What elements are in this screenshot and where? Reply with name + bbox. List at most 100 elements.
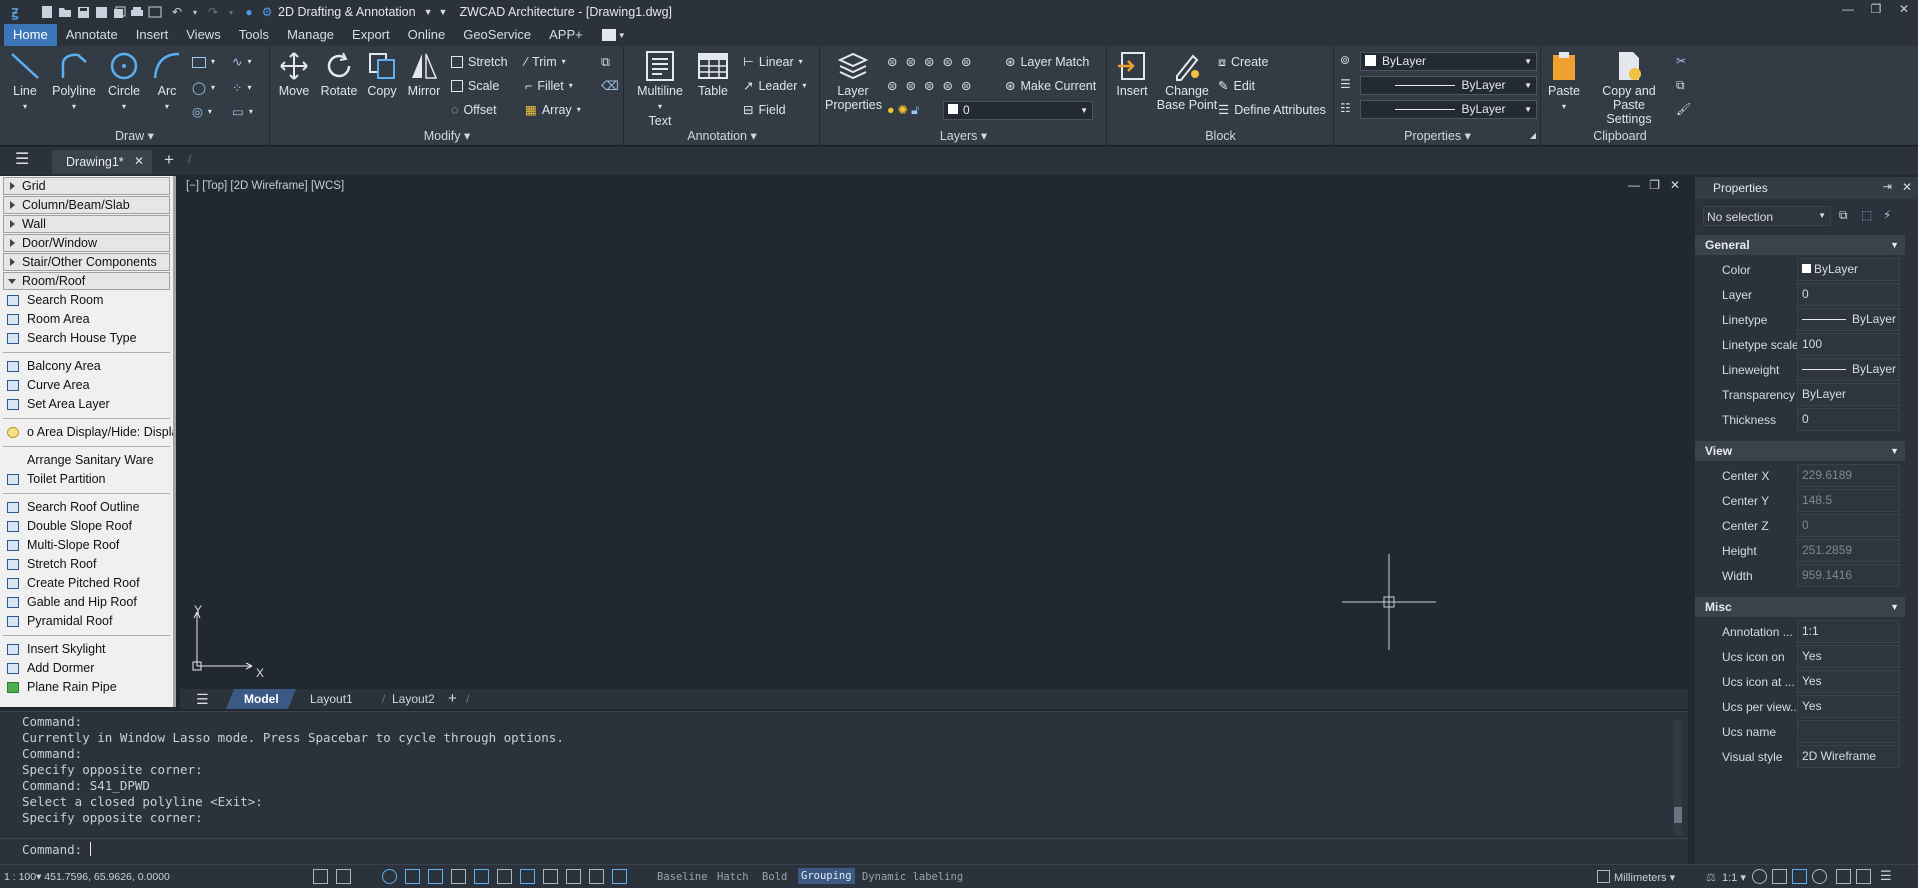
copy-paste-settings-button[interactable]: Copy and Paste Settings bbox=[1586, 50, 1672, 126]
cut-icon[interactable]: ✂ bbox=[1676, 54, 1686, 68]
make-current-button[interactable]: ⊛ Make Current bbox=[1005, 76, 1096, 96]
modify-panel-title[interactable]: Modify ▾ bbox=[271, 128, 623, 144]
layer-isolate-icon[interactable]: ⊜ bbox=[887, 52, 897, 72]
category-room-roof[interactable]: Room/Roof bbox=[3, 272, 170, 290]
palette-item-set-area-layer[interactable]: Set Area Layer bbox=[0, 395, 173, 414]
palette-item-search-roof-outline[interactable]: Search Roof Outline bbox=[0, 498, 173, 517]
minimize-window-icon[interactable]: — bbox=[1834, 0, 1862, 18]
match-prop-brush-icon[interactable]: 🖌︎ bbox=[1676, 102, 1691, 116]
tab-geoservice[interactable]: GeoService bbox=[454, 24, 540, 46]
undo-dropdown-icon[interactable]: ▾ bbox=[186, 3, 204, 21]
linetype-dropdown[interactable]: ByLayer ▼ bbox=[1360, 76, 1537, 95]
select-objects-icon[interactable]: ⬚ bbox=[1861, 208, 1872, 222]
prop-row-transparency[interactable]: Transparency ByLayer bbox=[1695, 382, 1918, 407]
lightbulb-icon[interactable]: ● bbox=[887, 100, 895, 120]
tab-app-plus[interactable]: APP+ bbox=[540, 24, 592, 46]
plot-icon[interactable] bbox=[128, 3, 146, 21]
prop-row-ucs-name[interactable]: Ucs name bbox=[1695, 719, 1918, 744]
viewport-close-icon[interactable]: ✕ bbox=[1670, 178, 1680, 192]
palette-item-multi-slope-roof[interactable]: Multi-Slope Roof bbox=[0, 536, 173, 555]
units-selector[interactable]: Millimeters ▾ bbox=[1614, 871, 1675, 884]
viewport-restore-icon[interactable]: ❐ bbox=[1649, 178, 1660, 192]
layer-walk-icon[interactable]: ⊜ bbox=[942, 76, 952, 96]
workspace-selector[interactable]: 2D Drafting & Annotation bbox=[278, 5, 416, 19]
lineweight-display-icon[interactable] bbox=[497, 869, 512, 884]
prop-row-lineweight[interactable]: Lineweight ByLayer bbox=[1695, 357, 1918, 382]
tab-tools[interactable]: Tools bbox=[230, 24, 278, 46]
polyline-button[interactable]: Polyline ▾ bbox=[52, 50, 96, 114]
palette-item-toilet-partition[interactable]: Toilet Partition bbox=[0, 470, 173, 489]
save-as-icon[interactable] bbox=[92, 3, 110, 21]
ribbon-minimize-icon[interactable] bbox=[601, 29, 616, 41]
palette-item-insert-skylight[interactable]: Insert Skylight bbox=[0, 640, 173, 659]
lineweight-dropdown[interactable]: ByLayer ▼ bbox=[1360, 100, 1537, 119]
layer-merge-icon[interactable]: ⊜ bbox=[961, 76, 971, 96]
paste-button[interactable]: Paste ▾ bbox=[1544, 50, 1584, 114]
redo-dropdown-icon[interactable]: ▾ bbox=[222, 3, 240, 21]
selection-dropdown[interactable]: No selection ▼ bbox=[1703, 206, 1831, 226]
tab-annotate[interactable]: Annotate bbox=[57, 24, 127, 46]
workspace-dropdown-icon[interactable]: ▼ bbox=[424, 7, 433, 17]
tab-export[interactable]: Export bbox=[343, 24, 399, 46]
prop-row-linetype[interactable]: Linetype ByLayer bbox=[1695, 307, 1918, 332]
quick-select-icon[interactable]: ⚡︎ bbox=[1883, 208, 1891, 222]
close-tab-icon[interactable]: ✕ bbox=[134, 154, 144, 168]
palette-item-search-house-type[interactable]: Search House Type bbox=[0, 329, 173, 348]
layer-properties-button[interactable]: Layer Properties bbox=[825, 50, 882, 112]
isolate-objects-icon[interactable] bbox=[612, 869, 627, 884]
palette-item-plane-rain-pipe[interactable]: Plane Rain Pipe bbox=[0, 678, 173, 697]
fillet-button[interactable]: ⌐ Fillet ▾ bbox=[525, 76, 573, 96]
rectangle-tool[interactable]: ▾ bbox=[192, 52, 215, 72]
clean-screen-icon[interactable] bbox=[1836, 869, 1851, 884]
tab-online[interactable]: Online bbox=[399, 24, 455, 46]
layer-match-button[interactable]: ⊛ Layer Match bbox=[1005, 52, 1089, 72]
palette-item-gable-hip-roof[interactable]: Gable and Hip Roof bbox=[0, 593, 173, 612]
layer-on-icon[interactable]: ⊜ bbox=[887, 76, 897, 96]
open-folder-icon[interactable] bbox=[56, 3, 74, 21]
category-door-window[interactable]: Door/Window bbox=[3, 234, 170, 252]
annotation-panel-title[interactable]: Annotation ▾ bbox=[625, 128, 819, 144]
menu-hamburger-icon[interactable]: ☰ bbox=[15, 152, 29, 168]
close-properties-icon[interactable]: ✕ bbox=[1902, 180, 1912, 194]
workspace-gear-icon[interactable]: ⚙ bbox=[258, 3, 276, 21]
annotation-scale-selector[interactable]: 1:1 ▾ bbox=[1722, 871, 1746, 884]
section-misc[interactable]: Misc ▼ bbox=[1695, 597, 1905, 617]
transparency-display-icon[interactable] bbox=[520, 869, 535, 884]
prop-row-ucs-per-view[interactable]: Ucs per view... Yes bbox=[1695, 694, 1918, 719]
command-scrollbar-thumb[interactable] bbox=[1674, 807, 1682, 823]
palette-item-arrange-sanitary[interactable]: Arrange Sanitary Ware bbox=[0, 451, 173, 470]
prop-row-linetype-scale[interactable]: Linetype scale 100 bbox=[1695, 332, 1918, 357]
prop-row-ucs-icon-on[interactable]: Ucs icon on Yes bbox=[1695, 644, 1918, 669]
prop-row-thickness[interactable]: Thickness 0 bbox=[1695, 407, 1918, 432]
prop-row-annotation-scale[interactable]: Annotation ... 1:1 bbox=[1695, 619, 1918, 644]
layout-menu-icon[interactable]: ☰ bbox=[196, 691, 209, 708]
draw-panel-title[interactable]: Draw ▾ bbox=[0, 128, 269, 144]
palette-item-search-room[interactable]: Search Room bbox=[0, 291, 173, 310]
section-view[interactable]: View ▼ bbox=[1695, 441, 1905, 461]
object-snap-icon[interactable] bbox=[405, 869, 420, 884]
change-base-point-button[interactable]: Change Base Point bbox=[1152, 50, 1222, 112]
ellipse-tool[interactable]: ◯ ▾ bbox=[192, 78, 215, 98]
tab-layout1[interactable]: Layout1 bbox=[310, 692, 353, 706]
auto-hide-icon[interactable]: ⇥ bbox=[1883, 180, 1892, 193]
toggle-bold[interactable]: Bold bbox=[762, 871, 787, 883]
palette-item-stretch-roof[interactable]: Stretch Roof bbox=[0, 555, 173, 574]
section-general[interactable]: General ▼ bbox=[1695, 235, 1905, 255]
layers-panel-title[interactable]: Layers ▾ bbox=[821, 128, 1106, 144]
grid-display-icon[interactable] bbox=[313, 869, 328, 884]
prop-row-visual-style[interactable]: Visual style 2D Wireframe bbox=[1695, 744, 1918, 769]
toggle-hatch[interactable]: Hatch bbox=[717, 871, 749, 883]
trim-button[interactable]: ⁄ Trim ▾ bbox=[525, 52, 566, 72]
point-tool[interactable]: ⁘ ▾ bbox=[232, 78, 252, 98]
tab-layout2[interactable]: Layout2 bbox=[392, 692, 435, 706]
category-stair-other[interactable]: Stair/Other Components bbox=[3, 253, 170, 271]
leader-button[interactable]: ↗ Leader ▾ bbox=[743, 76, 806, 96]
toggle-pickadd-icon[interactable]: ⧉ bbox=[1839, 208, 1848, 223]
spline-tool[interactable]: ∿ ▾ bbox=[232, 52, 252, 72]
tab-views[interactable]: Views bbox=[177, 24, 229, 46]
palette-item-add-dormer[interactable]: Add Dormer bbox=[0, 659, 173, 678]
layer-lock-icon[interactable]: ⊜ bbox=[961, 52, 971, 72]
redo-icon[interactable]: ↷ bbox=[204, 3, 222, 21]
lock-ui-icon[interactable] bbox=[1856, 869, 1871, 884]
hardware-acceleration-icon[interactable] bbox=[1812, 869, 1827, 884]
